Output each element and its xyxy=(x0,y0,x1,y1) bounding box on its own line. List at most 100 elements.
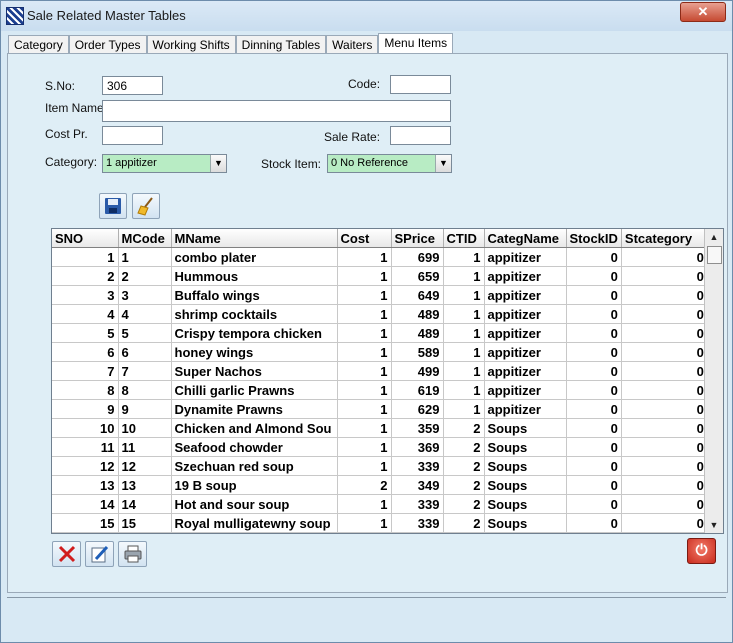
table-cell: Royal mulligatewny soup xyxy=(171,513,338,533)
table-cell: 339 xyxy=(391,494,444,514)
table-cell: 0 xyxy=(621,418,708,438)
table-row[interactable]: 12 12 Szechuan red soup 1 339 2 Soups 0 0 xyxy=(52,456,708,476)
table-cell: 0 xyxy=(566,361,622,381)
table-cell: Soups xyxy=(484,475,567,495)
table-cell: Super Nachos xyxy=(171,361,338,381)
tab-menu-items[interactable]: Menu Items xyxy=(378,33,454,55)
table-cell: 1 xyxy=(337,494,392,514)
item-name-label: Item Name: xyxy=(45,101,108,115)
table-cell: 7 xyxy=(118,361,172,381)
table-cell: 15 xyxy=(52,513,119,533)
table-cell: 1 xyxy=(337,304,392,324)
tab-dinning-tables[interactable]: Dinning Tables xyxy=(235,35,327,54)
table-cell: 0 xyxy=(566,513,622,533)
tab-working-shifts[interactable]: Working Shifts xyxy=(146,35,236,54)
col-header[interactable]: SNO xyxy=(52,229,119,248)
table-cell: 1 xyxy=(443,323,485,343)
col-header[interactable]: Cost xyxy=(337,229,392,248)
table-row[interactable]: 15 15 Royal mulligatewny soup 1 339 2 Soups 0 0 xyxy=(52,513,708,533)
table-cell: 4 xyxy=(52,304,119,324)
table-cell: 2 xyxy=(443,437,485,457)
table-cell: 1 xyxy=(443,266,485,286)
table-row[interactable]: 9 9 Dynamite Prawns 1 629 1 appitizer 0 0 xyxy=(52,399,708,419)
table-row[interactable]: 14 14 Hot and sour soup 1 339 2 Soups 0 0 xyxy=(52,494,708,514)
menu-items-grid[interactable]: SNO MCode MName Cost SPrice CTID CategNa… xyxy=(51,228,724,534)
col-header[interactable]: StockID xyxy=(566,229,622,248)
table-cell: 2 xyxy=(443,513,485,533)
table-row[interactable]: 2 2 Hummous 1 659 1 appitizer 0 0 xyxy=(52,266,708,286)
col-header[interactable]: CategName xyxy=(484,229,567,248)
close-button[interactable]: ✕ xyxy=(680,2,726,22)
table-cell: 369 xyxy=(391,437,444,457)
chevron-down-icon[interactable]: ▼ xyxy=(435,155,451,172)
col-header[interactable]: Stcategory xyxy=(621,229,708,248)
col-header[interactable]: SPrice xyxy=(391,229,444,248)
table-cell: 2 xyxy=(52,266,119,286)
exit-button[interactable]: ⏻ xyxy=(687,538,716,564)
sale-rate-field[interactable] xyxy=(390,126,451,145)
table-cell: 0 xyxy=(566,456,622,476)
table-row[interactable]: 3 3 Buffalo wings 1 649 1 appitizer 0 0 xyxy=(52,285,708,305)
table-cell: 1 xyxy=(443,380,485,400)
table-row[interactable]: 5 5 Crispy tempora chicken 1 489 1 appitizer 0 0 xyxy=(52,323,708,343)
table-row[interactable]: 13 13 19 B soup 2 349 2 Soups 0 0 xyxy=(52,475,708,495)
col-header[interactable]: MCode xyxy=(118,229,172,248)
table-cell: 649 xyxy=(391,285,444,305)
category-dropdown[interactable]: 1 appitizer ▼ xyxy=(102,154,227,173)
stock-item-label: Stock Item: xyxy=(261,157,322,171)
table-cell: 1 xyxy=(337,399,392,419)
table-cell: 1 xyxy=(443,361,485,381)
sno-field[interactable]: 306 xyxy=(102,76,163,95)
table-cell: 2 xyxy=(118,266,172,286)
table-cell: 9 xyxy=(118,399,172,419)
delete-button[interactable] xyxy=(52,541,81,567)
table-cell: 1 xyxy=(443,285,485,305)
tab-category[interactable]: Category xyxy=(8,35,69,54)
tab-order-types[interactable]: Order Types xyxy=(68,35,147,54)
grid-body: 1 1 combo plater 1 699 1 appitizer 0 0 2 2 Hummous 1… xyxy=(52,247,708,533)
table-cell: 489 xyxy=(391,304,444,324)
stock-item-dropdown[interactable]: 0 No Reference ▼ xyxy=(327,154,452,173)
chevron-down-icon[interactable]: ▼ xyxy=(210,155,226,172)
scroll-down-icon[interactable]: ▼ xyxy=(705,517,723,533)
table-row[interactable]: 6 6 honey wings 1 589 1 appitizer 0 0 xyxy=(52,342,708,362)
table-cell: 0 xyxy=(621,361,708,381)
scroll-up-icon[interactable]: ▲ xyxy=(705,229,723,245)
table-row[interactable]: 8 8 Chilli garlic Prawns 1 619 1 appitizer 0 0 xyxy=(52,380,708,400)
table-cell: 0 xyxy=(566,475,622,495)
table-cell: 339 xyxy=(391,456,444,476)
table-cell: appitizer xyxy=(484,342,567,362)
save-button[interactable] xyxy=(99,193,127,219)
table-cell: 589 xyxy=(391,342,444,362)
clear-button[interactable] xyxy=(132,193,160,219)
code-field[interactable] xyxy=(390,75,451,94)
col-header[interactable]: MName xyxy=(171,229,338,248)
table-cell: 0 xyxy=(621,456,708,476)
category-label: Category: xyxy=(45,155,98,169)
col-header[interactable]: CTID xyxy=(443,229,485,248)
table-cell: 1 xyxy=(52,247,119,267)
table-row[interactable]: 4 4 shrimp cocktails 1 489 1 appitizer 0 0 xyxy=(52,304,708,324)
table-cell: appitizer xyxy=(484,304,567,324)
scroll-thumb[interactable] xyxy=(707,246,722,264)
table-cell: 9 xyxy=(52,399,119,419)
item-name-field[interactable] xyxy=(102,100,451,122)
vertical-scrollbar[interactable]: ▲ ▼ xyxy=(704,229,723,533)
table-cell: 0 xyxy=(566,399,622,419)
table-row[interactable]: 11 11 Seafood chowder 1 369 2 Soups 0 0 xyxy=(52,437,708,457)
table-row[interactable]: 7 7 Super Nachos 1 499 1 appitizer 0 0 xyxy=(52,361,708,381)
tab-waiters[interactable]: Waiters xyxy=(326,35,379,54)
edit-button[interactable] xyxy=(85,541,114,567)
table-cell: 3 xyxy=(52,285,119,305)
print-button[interactable] xyxy=(118,541,147,567)
table-cell: 0 xyxy=(621,304,708,324)
table-cell: 0 xyxy=(621,247,708,267)
cost-field[interactable] xyxy=(102,126,163,145)
category-value: 1 appitizer xyxy=(106,157,157,169)
table-row[interactable]: 1 1 combo plater 1 699 1 appitizer 0 0 xyxy=(52,247,708,267)
table-row[interactable]: 10 10 Chicken and Almond Sou 1 359 2 Soups 0 0 xyxy=(52,418,708,438)
table-cell: 12 xyxy=(118,456,172,476)
table-cell: 1 xyxy=(337,323,392,343)
table-cell: 2 xyxy=(443,494,485,514)
table-cell: 0 xyxy=(566,323,622,343)
